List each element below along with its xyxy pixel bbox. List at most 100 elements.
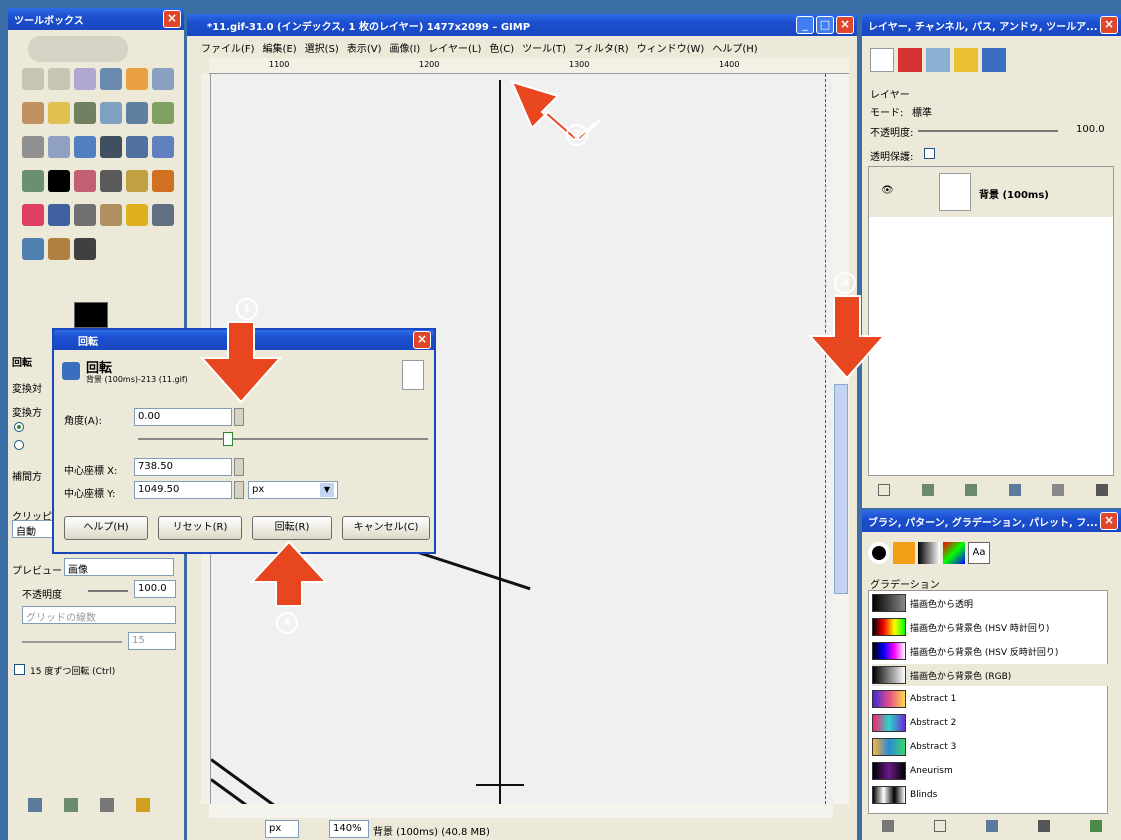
opacity-value[interactable]: 100.0 [134, 580, 176, 598]
zoom-select[interactable]: 140% [329, 820, 369, 838]
tool-button-15[interactable] [100, 136, 122, 158]
tool-button-32[interactable] [74, 238, 96, 260]
delete-options-icon[interactable] [100, 798, 114, 812]
center-x-input[interactable]: 738.50 [134, 458, 232, 476]
tool-button-16[interactable] [126, 136, 148, 158]
gradient-list-item[interactable]: 描画色から背景色 (HSV 時計回り) [872, 616, 1112, 638]
gradient-list-item[interactable]: Abstract 2 [872, 712, 1112, 734]
duplicate-layer-icon[interactable] [1008, 484, 1021, 496]
reset-button[interactable]: リセット(R) [158, 516, 242, 540]
gradient-list-item[interactable]: 描画色から背景色 (RGB) [872, 664, 1112, 686]
layers-window-close-button[interactable]: × [1100, 16, 1118, 34]
tool-button-14[interactable] [74, 136, 96, 158]
tool-button-21[interactable] [100, 170, 122, 192]
center-y-input[interactable]: 1049.50 [134, 481, 232, 499]
undo-tab-icon[interactable] [954, 48, 978, 72]
tool-button-17[interactable] [152, 136, 174, 158]
menu-item-0[interactable]: ファイル(F) [201, 44, 255, 55]
tool-button-24[interactable] [22, 204, 44, 226]
angle-spinner[interactable] [234, 408, 244, 426]
patterns-tab-icon[interactable] [893, 542, 915, 564]
new-gradient-icon[interactable] [934, 820, 946, 832]
tool-button-28[interactable] [126, 204, 148, 226]
refresh-gradient-icon[interactable] [1090, 820, 1102, 832]
minimize-button[interactable]: _ [796, 16, 814, 34]
tool-button-22[interactable] [126, 170, 148, 192]
gradient-list-item[interactable]: Abstract 1 [872, 688, 1112, 710]
foreground-color-swatch[interactable] [74, 302, 108, 328]
brushes-tab-icon[interactable] [868, 542, 890, 564]
angle-slider-thumb[interactable] [223, 432, 233, 446]
duplicate-gradient-icon[interactable] [986, 820, 998, 832]
brushes-window-close-button[interactable]: × [1100, 512, 1118, 530]
angle-input[interactable]: 0.00 [134, 408, 232, 426]
tool-button-9[interactable] [100, 102, 122, 124]
tool-button-0[interactable] [22, 68, 44, 90]
menu-item-1[interactable]: 編集(E) [263, 44, 297, 55]
tool-button-11[interactable] [152, 102, 174, 124]
menu-item-4[interactable]: 画像(I) [390, 44, 421, 55]
tool-button-23[interactable] [152, 170, 174, 192]
tool-button-13[interactable] [48, 136, 70, 158]
tool-button-7[interactable] [48, 102, 70, 124]
tool-button-3[interactable] [100, 68, 122, 90]
menu-item-2[interactable]: 選択(S) [305, 44, 339, 55]
direction-radio-1[interactable] [14, 422, 24, 432]
mode-select[interactable]: 標準 [912, 104, 932, 119]
cancel-button[interactable]: キャンセル(C) [342, 516, 430, 540]
menu-item-10[interactable]: ヘルプ(H) [712, 44, 757, 55]
layers-tab-icon[interactable] [870, 48, 894, 72]
gradient-list-item[interactable]: 描画色から背景色 (HSV 反時計回り) [872, 640, 1112, 662]
menu-item-7[interactable]: ツール(T) [522, 44, 566, 55]
grid-slider-track[interactable] [22, 641, 122, 643]
gradient-list-item[interactable]: 描画色から透明 [872, 592, 1112, 614]
anchor-layer-icon[interactable] [1052, 484, 1065, 496]
tool-button-12[interactable] [22, 136, 44, 158]
opacity-slider-track[interactable] [88, 590, 128, 592]
menu-item-3[interactable]: 表示(V) [347, 44, 382, 55]
lock-alpha-checkbox[interactable] [924, 148, 935, 159]
tool-button-18[interactable] [22, 170, 44, 192]
preview-select[interactable]: 画像 [64, 558, 174, 576]
constrain-checkbox[interactable] [14, 664, 25, 675]
delete-gradient-icon[interactable] [1038, 820, 1050, 832]
menu-item-6[interactable]: 色(C) [489, 44, 514, 55]
help-button[interactable]: ヘルプ(H) [64, 516, 148, 540]
unit-select[interactable]: px [265, 820, 299, 838]
new-layer-icon[interactable] [878, 484, 890, 496]
raise-layer-icon[interactable] [921, 484, 934, 496]
menu-item-8[interactable]: フィルタ(R) [574, 44, 629, 55]
center-x-spinner[interactable] [234, 458, 244, 476]
gradient-list-item[interactable]: Aneurism [872, 760, 1112, 782]
palettes-tab-icon[interactable] [943, 542, 965, 564]
grid-select[interactable]: グリッドの線数 [22, 606, 176, 624]
tool-button-10[interactable] [126, 102, 148, 124]
tool-button-30[interactable] [22, 238, 44, 260]
rotate-button[interactable]: 回転(R) [252, 516, 332, 540]
gradients-tab-icon[interactable] [918, 542, 940, 564]
grid-value[interactable]: 15 [128, 632, 176, 650]
tool-button-4[interactable] [126, 68, 148, 90]
paths-tab-icon[interactable] [926, 48, 950, 72]
toolbox-close-button[interactable]: × [163, 10, 181, 28]
menu-item-5[interactable]: レイヤー(L) [428, 44, 481, 55]
tool-button-25[interactable] [48, 204, 70, 226]
gradient-list-item[interactable]: Abstract 3 [872, 736, 1112, 758]
gradient-list-item[interactable]: Blinds [872, 784, 1112, 806]
layer-row[interactable]: 👁 背景 (100ms) [869, 167, 1113, 217]
center-y-spinner[interactable] [234, 481, 244, 499]
reset-options-icon[interactable] [136, 798, 150, 812]
delete-layer-icon[interactable] [1095, 484, 1108, 496]
direction-radio-2[interactable] [14, 440, 24, 450]
menu-item-9[interactable]: ウィンドウ(W) [637, 44, 705, 55]
channels-tab-icon[interactable] [898, 48, 922, 72]
opacity-track[interactable] [918, 130, 1058, 132]
tool-button-27[interactable] [100, 204, 122, 226]
horizontal-scrollbar[interactable] [209, 804, 833, 818]
visibility-eye-icon[interactable]: 👁 [881, 185, 894, 196]
maximize-button[interactable]: □ [816, 16, 834, 34]
tool-button-6[interactable] [22, 102, 44, 124]
tool-button-5[interactable] [152, 68, 174, 90]
tool-button-19[interactable] [48, 170, 70, 192]
rotate-dialog-close-button[interactable]: × [413, 331, 431, 349]
